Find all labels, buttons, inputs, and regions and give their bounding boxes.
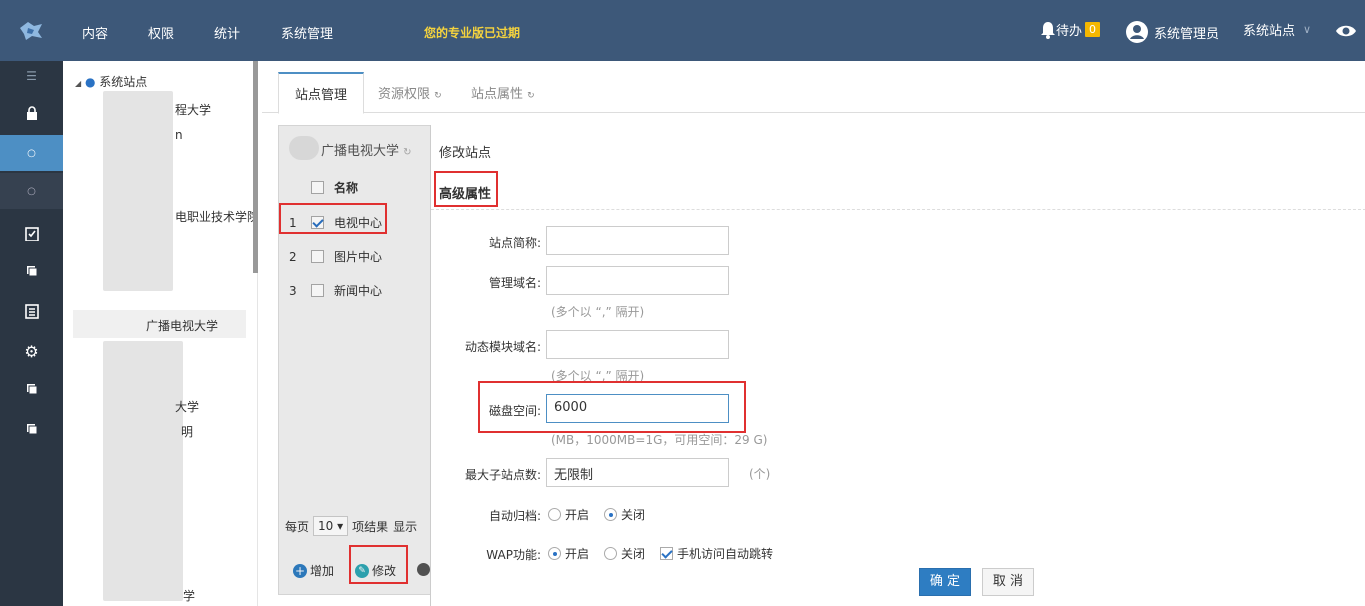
confirm-button[interactable]: 确 定 — [919, 568, 971, 596]
sidebar-item-active[interactable]: ○ — [0, 135, 63, 171]
list-icon[interactable] — [0, 293, 63, 329]
todo-label: 待办 — [1056, 24, 1083, 39]
wap-on[interactable]: 开启 — [548, 545, 589, 562]
user-menu[interactable]: 系统管理员 — [1125, 20, 1219, 44]
highlight-selected-row — [279, 203, 387, 234]
user-name: 系统管理员 — [1154, 26, 1220, 42]
disk-space-label: 磁盘空间: — [488, 404, 541, 418]
disk-space-hint: (MB，1000MB=1G，可用空间：29 G) — [551, 433, 768, 447]
auto-archive-on-label: 开启 — [565, 508, 590, 522]
edit-site-dialog: 修改站点 高级属性 站点简称: 管理域名: (多个以 “,” 隔开) 动态模块域… — [430, 125, 1365, 606]
site-switcher-label: 系统站点 — [1243, 24, 1296, 39]
divider — [431, 209, 1365, 210]
auto-archive-label: 自动归档: — [488, 509, 541, 523]
copy-icon[interactable] — [0, 411, 63, 447]
nav-statistics[interactable]: 统计 — [214, 23, 240, 42]
admin-domain-input[interactable] — [546, 266, 729, 295]
tree-root-label: 系统站点 — [99, 75, 148, 89]
tree-node[interactable]: 程大学 — [175, 101, 211, 118]
clipboard-check-icon[interactable] — [0, 215, 63, 251]
top-bar: 内容 权限 统计 系统管理 您的专业版已过期 待办 0 系统管理员 系统站点 ∨ — [0, 0, 1365, 61]
tab-site-management[interactable]: 站点管理 — [278, 72, 364, 114]
tree-node[interactable]: 电职业技术学院 — [175, 208, 257, 225]
admin-domain-hint: (多个以 “,” 隔开) — [551, 305, 645, 319]
tab-resource-permission-label: 资源权限 — [378, 87, 431, 102]
highlight-section — [434, 171, 498, 207]
tree-node[interactable]: 大学 — [175, 398, 199, 415]
max-sub-label: 最大子站点数: — [464, 468, 541, 482]
radio-button[interactable] — [604, 508, 617, 521]
sidebar: ☰ ○ ○ ⚙ — [0, 61, 63, 606]
copy-icon[interactable] — [0, 253, 63, 289]
wap-label: WAP功能: — [486, 548, 541, 562]
tree-node[interactable]: 学 — [183, 587, 195, 604]
radio-button[interactable] — [604, 547, 617, 560]
tree-node[interactable]: n — [175, 128, 183, 142]
auto-archive-off[interactable]: 关闭 — [604, 506, 645, 523]
blurred-region — [103, 341, 183, 601]
radio-button[interactable] — [548, 508, 561, 521]
menu-toggle-icon[interactable]: ☰ — [0, 61, 63, 91]
short-name-label: 站点简称: — [488, 236, 541, 250]
wap-on-label: 开启 — [565, 547, 590, 561]
wap-redirect-label: 手机访问自动跳转 — [677, 547, 774, 561]
disk-space-input[interactable]: 6000 — [546, 394, 729, 423]
caret-down-icon: ◢ — [75, 79, 82, 88]
tree-scrollbar[interactable] — [253, 61, 258, 273]
refresh-icon: ↻ — [434, 91, 442, 101]
dialog-title: 修改站点 — [439, 146, 492, 161]
globe-icon: ● — [84, 75, 96, 89]
bell-icon — [1041, 21, 1055, 39]
eye-icon[interactable] — [1335, 24, 1357, 38]
sidebar-item-sub[interactable]: ○ — [0, 173, 63, 209]
todo-count-badge: 0 — [1085, 22, 1101, 37]
wap-off-label: 关闭 — [621, 547, 646, 561]
tree-node[interactable]: 明 — [181, 423, 193, 440]
highlight-edit-button — [349, 545, 408, 584]
tab-bar: 站点管理 资源权限 ↻ 站点属性 ↻ — [262, 61, 1365, 114]
user-avatar-icon — [1126, 21, 1148, 43]
max-sub-input[interactable]: 无限制 — [546, 458, 729, 487]
tab-site-properties-label: 站点属性 — [471, 87, 524, 102]
blurred-region — [103, 91, 173, 291]
site-tree: ◢ ● 系统站点 程大学 n 电职业技术学院 广播电视大学 大学 明 学 — [63, 61, 258, 606]
short-name-input[interactable] — [546, 226, 729, 255]
copy-icon[interactable] — [0, 371, 63, 407]
wap-redirect-checkbox[interactable] — [660, 547, 673, 560]
auto-archive-on[interactable]: 开启 — [548, 506, 589, 523]
gear-icon[interactable]: ⚙ — [0, 333, 63, 369]
nav-permission[interactable]: 权限 — [148, 23, 174, 42]
admin-domain-label: 管理域名: — [488, 276, 541, 290]
circle-icon: ○ — [27, 185, 36, 197]
dynamic-domain-label: 动态模块域名: — [464, 340, 541, 354]
modal-overlay — [278, 125, 430, 595]
site-switcher[interactable]: 系统站点 ∨ — [1243, 20, 1311, 39]
chevron-down-icon: ∨ — [1303, 23, 1312, 36]
tree-root[interactable]: ◢ ● 系统站点 — [75, 73, 147, 90]
app-logo-icon[interactable] — [18, 20, 44, 42]
refresh-icon: ↻ — [527, 91, 535, 101]
circle-icon: ○ — [27, 147, 36, 159]
expired-notice[interactable]: 您的专业版已过期 — [424, 24, 520, 41]
radio-button[interactable] — [548, 547, 561, 560]
auto-archive-off-label: 关闭 — [621, 508, 646, 522]
dynamic-domain-input[interactable] — [546, 330, 729, 359]
wap-redirect[interactable]: 手机访问自动跳转 — [660, 545, 773, 562]
cancel-button[interactable]: 取 消 — [982, 568, 1034, 596]
tree-node-selected[interactable]: 广播电视大学 — [146, 317, 218, 334]
max-sub-unit: (个) — [749, 467, 771, 481]
wap-off[interactable]: 关闭 — [604, 545, 645, 562]
tab-resource-permission[interactable]: 资源权限 ↻ — [378, 83, 442, 102]
tab-site-properties[interactable]: 站点属性 ↻ — [471, 83, 535, 102]
lock-icon[interactable] — [0, 95, 63, 131]
nav-content[interactable]: 内容 — [82, 23, 108, 42]
todo-button[interactable]: 待办 0 — [1040, 20, 1101, 39]
nav-system-management[interactable]: 系统管理 — [281, 23, 333, 42]
